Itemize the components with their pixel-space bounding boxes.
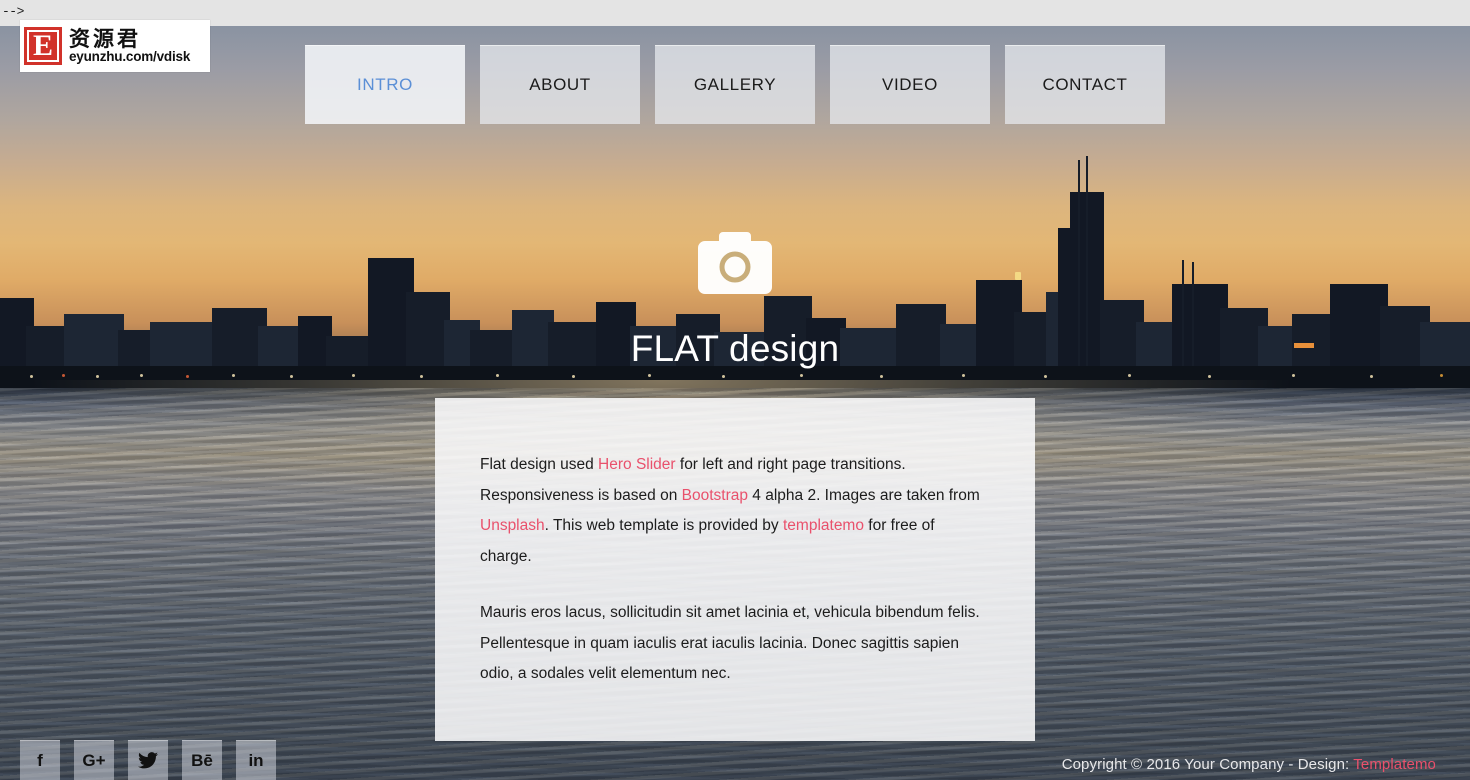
html-comment-artifact: --> bbox=[2, 4, 24, 19]
nav-tab-gallery[interactable]: GALLERY bbox=[655, 45, 815, 124]
nav-tab-label: GALLERY bbox=[693, 75, 777, 94]
nav-tab-label: VIDEO bbox=[882, 75, 938, 94]
unsplash-link[interactable]: Unsplash bbox=[480, 517, 545, 534]
linkedin-glyph: in bbox=[248, 750, 264, 770]
social-links-bar: f G+ Bē in bbox=[20, 740, 276, 780]
intro-paragraph-1: Flat design used Hero Slider for left an… bbox=[480, 450, 990, 572]
linkedin-icon[interactable]: in bbox=[236, 740, 276, 780]
hero-section: INTRO ABOUT GALLERY VIDEO CONTACT FLAT d… bbox=[0, 26, 1470, 780]
text-seg: 4 alpha 2. Images are taken from bbox=[747, 486, 980, 504]
text-seg: . This web template is provided by bbox=[544, 517, 783, 534]
nav-tab-label: ABOUT bbox=[529, 75, 591, 94]
google-plus-icon[interactable]: G+ bbox=[74, 740, 114, 780]
intro-paragraph-2: Mauris eros lacus, sollicitudin sit amet… bbox=[480, 604, 980, 682]
google-plus-glyph: G+ bbox=[82, 750, 106, 770]
templatemo-footer-link[interactable]: Templatemo bbox=[1353, 756, 1436, 773]
camera-icon bbox=[698, 232, 772, 294]
bootstrap-link[interactable]: Bootstrap bbox=[682, 487, 748, 504]
twitter-bird-glyph bbox=[138, 752, 158, 769]
watermark-badge-icon: E bbox=[24, 27, 62, 65]
hero-title: FLAT design bbox=[630, 328, 840, 369]
facebook-glyph: f bbox=[37, 750, 43, 770]
watermark-url: eyunzhu.com/vdisk bbox=[69, 48, 191, 64]
watermark-chinese-name: 资源君 bbox=[69, 25, 141, 51]
hero-slider-link[interactable]: Hero Slider bbox=[598, 456, 676, 473]
facebook-icon[interactable]: f bbox=[20, 740, 60, 780]
copyright-text: Copyright © 2016 Your Company - Design: … bbox=[1062, 756, 1436, 773]
behance-icon[interactable]: Bē bbox=[182, 740, 222, 780]
templatemo-link[interactable]: templatemo bbox=[783, 517, 864, 534]
watermark-text: 资源君 eyunzhu.com/vdisk bbox=[69, 25, 191, 64]
twitter-icon[interactable] bbox=[128, 740, 168, 780]
eyunzhu-watermark: E 资源君 eyunzhu.com/vdisk bbox=[20, 20, 210, 72]
nav-tab-label: CONTACT bbox=[1042, 75, 1128, 94]
behance-glyph: Bē bbox=[191, 750, 213, 770]
nav-tab-about[interactable]: ABOUT bbox=[480, 45, 640, 124]
main-navigation: INTRO ABOUT GALLERY VIDEO CONTACT bbox=[305, 45, 1165, 124]
nav-tab-intro[interactable]: INTRO bbox=[305, 45, 465, 124]
nav-tab-contact[interactable]: CONTACT bbox=[1005, 45, 1165, 124]
text-seg: Flat design used bbox=[480, 456, 599, 473]
browser-top-band: --> bbox=[0, 0, 1470, 26]
copyright-static: Copyright © 2016 Your Company - Design: bbox=[1061, 756, 1354, 773]
intro-content-panel: Flat design used Hero Slider for left an… bbox=[435, 398, 1035, 741]
nav-tab-label: INTRO bbox=[357, 75, 413, 94]
nav-tab-video[interactable]: VIDEO bbox=[830, 45, 990, 124]
